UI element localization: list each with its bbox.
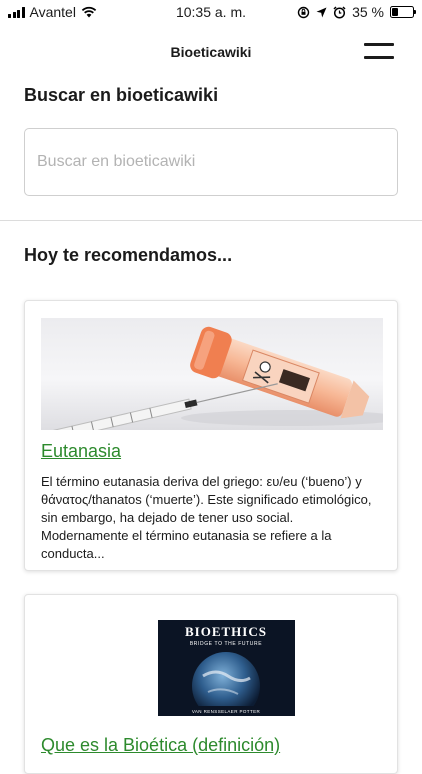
syringe-image — [41, 318, 383, 430]
alarm-icon — [333, 5, 346, 19]
search-heading: Buscar en bioeticawiki — [24, 85, 219, 105]
location-icon — [316, 7, 327, 17]
search-field[interactable] — [24, 128, 398, 196]
book-author-text: VAN RENSSELAER POTTER — [192, 709, 261, 714]
article-title-link[interactable]: Eutanasia — [41, 441, 121, 462]
article-excerpt: El término eutanasia deriva del griego: … — [41, 474, 372, 561]
book-cover-image: BIOETHICS BRIDGE TO THE FUTURE VAN RENSS… — [158, 620, 295, 716]
search-input[interactable] — [25, 129, 397, 195]
hamburger-menu-icon[interactable] — [364, 43, 394, 63]
rotation-lock-icon — [297, 6, 310, 18]
app-title: Bioeticawiki — [170, 44, 252, 60]
battery-percent: 35 % — [352, 4, 384, 20]
battery-icon — [390, 6, 416, 18]
status-bar: Avantel 10:35 a. m. 35 % — [0, 0, 422, 24]
recommend-heading: Hoy te recomendamos... — [24, 245, 233, 265]
book-subtitle-text: BRIDGE TO THE FUTURE — [190, 641, 262, 647]
book-title-text: BIOETHICS — [185, 624, 267, 639]
article-title-link[interactable]: Que es la Bioética (definición) — [41, 735, 280, 756]
article-card[interactable]: Eutanasia El término eutanasia deriva de… — [24, 300, 398, 571]
article-card[interactable]: BIOETHICS BRIDGE TO THE FUTURE VAN RENSS… — [24, 594, 398, 774]
nav-bar: Bioeticawiki — [0, 24, 422, 80]
section-divider — [0, 220, 422, 221]
